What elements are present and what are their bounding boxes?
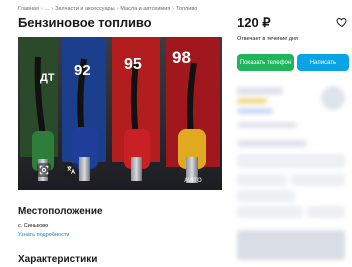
favorite-heart-icon[interactable] — [336, 15, 348, 28]
seller-subtext-placeholder — [237, 108, 273, 114]
breadcrumb-separator: › — [40, 6, 43, 12]
seller-rating-placeholder — [237, 98, 267, 104]
location-address: с. Синьково — [18, 223, 49, 229]
breadcrumb-ellipsis[interactable]: ... — [45, 6, 50, 12]
breadcrumb-separator: › — [51, 6, 54, 12]
photo-watermark: AVITO — [184, 178, 202, 184]
pump-label-diesel: ДТ — [40, 72, 55, 84]
quick-reply-placeholder — [307, 206, 345, 218]
seller-avatar-placeholder — [321, 86, 345, 110]
image-search-icon[interactable] — [37, 163, 51, 177]
characteristics-heading: Характеристики — [18, 254, 98, 265]
page-title: Бензиновое топливо — [18, 15, 152, 30]
price: 120 ₽ — [237, 15, 271, 30]
breadcrumb-oils[interactable]: Масла и автохимия — [120, 6, 170, 12]
pump-label-92: 92 — [74, 62, 91, 79]
breadcrumb-fuel[interactable]: Топливо — [176, 6, 197, 12]
seller-info-placeholder — [237, 140, 307, 147]
quick-reply-placeholder — [237, 174, 287, 186]
quick-reply-placeholder — [237, 206, 303, 218]
ad-banner-placeholder — [237, 230, 345, 260]
write-message-button[interactable]: Написать — [297, 54, 349, 71]
translate-icon[interactable] — [64, 163, 78, 177]
show-phone-button[interactable]: Показать телефон — [237, 54, 294, 71]
quick-reply-placeholder — [237, 190, 295, 202]
seller-name-placeholder — [237, 87, 283, 95]
breadcrumb-separator: › — [172, 6, 175, 12]
breadcrumb-home[interactable]: Главная — [18, 6, 39, 12]
question-input-placeholder — [237, 154, 345, 168]
pump-label-98: 98 — [172, 48, 191, 67]
breadcrumb-parts[interactable]: Запчасти и аксессуары — [55, 6, 114, 12]
reply-time-note: Отвечает в течение дня — [237, 36, 299, 42]
location-heading: Местоположение — [18, 206, 103, 217]
quick-reply-placeholder — [291, 174, 345, 186]
breadcrumb-separator: › — [116, 6, 119, 12]
seller-info-placeholder — [237, 122, 297, 128]
breadcrumb: Главная ›... › Запчасти и аксессуары › Масла … — [18, 6, 197, 12]
pump-label-95: 95 — [124, 56, 142, 73]
location-details-link[interactable]: Узнать подробности — [18, 232, 69, 238]
